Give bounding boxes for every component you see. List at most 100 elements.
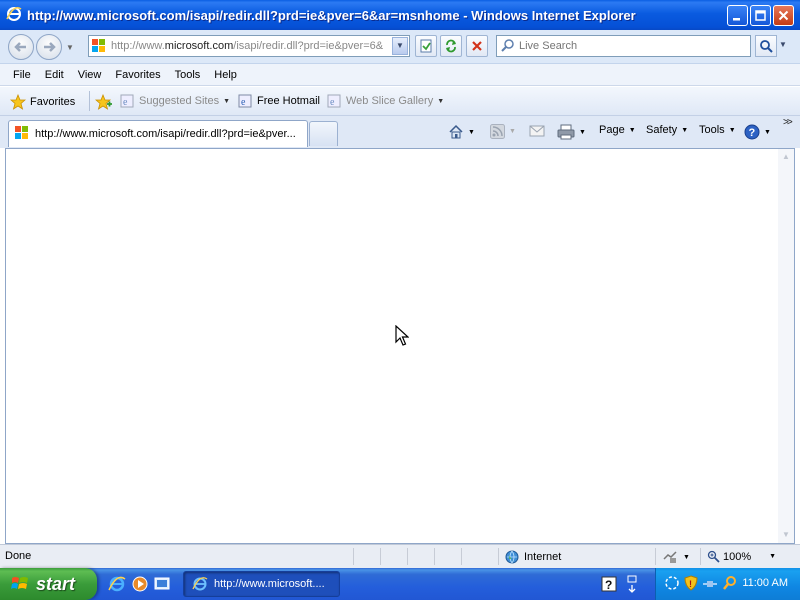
safety-menu-button[interactable]: Safety ▼ [646, 124, 688, 136]
more-commands-chevron-icon[interactable]: >> [783, 117, 793, 128]
favorites-button[interactable]: Favorites [10, 94, 75, 110]
search-input[interactable] [519, 40, 739, 52]
compatibility-view-button[interactable] [415, 35, 437, 57]
menu-bar: File Edit View Favorites Tools Help [0, 64, 800, 86]
protected-mode-icon [663, 551, 677, 563]
add-to-favorites-bar-button[interactable] [95, 94, 113, 110]
svg-text:?: ? [749, 127, 756, 139]
tools-menu-label: Tools [699, 124, 725, 136]
svg-text:e: e [123, 97, 128, 108]
address-bar[interactable]: http://www.microsoft.com/isapi/redir.dll… [88, 35, 410, 57]
zoom-dropdown-icon[interactable]: ▼ [769, 553, 776, 560]
recent-pages-dropdown[interactable]: ▼ [66, 43, 74, 52]
tab-current[interactable]: http://www.microsoft.com/isapi/redir.dll… [8, 120, 308, 147]
feeds-button[interactable]: ▼ [490, 124, 516, 139]
help-support-tray-icon[interactable]: ? [601, 576, 619, 594]
status-bar: Done Internet ▼ 100% ▼ [0, 544, 800, 568]
address-url: http://www.microsoft.com/isapi/redir.dll… [111, 40, 384, 52]
menu-tools[interactable]: Tools [168, 67, 208, 83]
feeds-dropdown-icon: ▼ [509, 128, 516, 135]
help-question-icon: ? [744, 124, 760, 140]
window-title: http://www.microsoft.com/isapi/redir.dll… [27, 7, 636, 23]
print-dropdown-icon: ▼ [579, 128, 586, 136]
restore-tray-icon[interactable] [625, 574, 643, 593]
print-button[interactable]: ▼ [557, 124, 586, 140]
maximize-button[interactable] [750, 5, 771, 26]
web-slice-gallery-link[interactable]: e Web Slice Gallery ▼ [327, 94, 444, 108]
taskbar-ie-window-button[interactable]: http://www.microsoft.... [183, 571, 340, 597]
search-provider-icon [501, 38, 515, 55]
vertical-scrollbar[interactable]: ▲ ▼ [778, 149, 794, 543]
close-window-button[interactable] [773, 5, 794, 26]
search-tray-icon[interactable] [722, 575, 738, 594]
favorites-separator [89, 91, 90, 111]
menu-help[interactable]: Help [207, 67, 244, 83]
ie-page-icon: e [238, 94, 252, 108]
suggested-sites-link[interactable]: e Suggested Sites ▼ [120, 94, 230, 108]
ie-page-icon: e [120, 94, 134, 108]
status-divider [655, 548, 656, 565]
title-bar[interactable]: http://www.microsoft.com/isapi/redir.dll… [0, 0, 800, 30]
scroll-down-arrow-icon[interactable]: ▼ [778, 527, 794, 543]
new-tab-button[interactable] [309, 121, 338, 146]
page-menu-button[interactable]: Page ▼ [599, 124, 636, 136]
clock[interactable]: 11:00 AM [742, 577, 788, 589]
address-dropdown-button[interactable]: ▼ [392, 37, 408, 55]
menu-favorites[interactable]: Favorites [108, 67, 167, 83]
start-button[interactable]: start [0, 568, 97, 600]
tab-title: http://www.microsoft.com/isapi/redir.dll… [35, 128, 296, 140]
favorites-label: Favorites [30, 96, 76, 108]
close-icon [778, 10, 789, 21]
page-dropdown-icon: ▼ [628, 126, 636, 134]
security-zone[interactable]: Internet [505, 550, 561, 564]
stop-x-icon [472, 41, 482, 51]
free-hotmail-link[interactable]: e Free Hotmail [238, 94, 320, 108]
search-button[interactable] [755, 35, 777, 57]
tools-menu-button[interactable]: Tools ▼ [699, 124, 736, 136]
svg-text:!: ! [689, 579, 692, 589]
connection-tray-icon[interactable] [702, 575, 718, 594]
status-divider [353, 548, 354, 565]
menu-view[interactable]: View [71, 67, 109, 83]
network-tray-icon[interactable] [664, 575, 680, 594]
status-divider [434, 548, 435, 565]
home-button[interactable]: ▼ [448, 124, 475, 140]
favorites-star-icon [10, 94, 26, 110]
tools-dropdown-icon: ▼ [728, 126, 736, 134]
scroll-up-arrow-icon[interactable]: ▲ [778, 149, 794, 165]
security-zone-label: Internet [524, 551, 562, 563]
free-hotmail-label: Free Hotmail [257, 95, 320, 107]
help-button[interactable]: ? ▼ [744, 124, 771, 140]
windows-flag-icon [11, 577, 28, 589]
security-shield-tray-icon[interactable]: ! [684, 574, 698, 594]
read-mail-button[interactable] [529, 124, 545, 138]
ie-page-icon: e [327, 94, 341, 108]
protected-mode-button[interactable]: ▼ [662, 550, 690, 564]
web-slice-gallery-label: Web Slice Gallery [346, 95, 434, 107]
search-options-dropdown[interactable]: ▼ [779, 40, 787, 49]
rss-feed-icon [490, 124, 505, 139]
internet-globe-icon [505, 550, 519, 564]
suggested-sites-dropdown-icon: ▼ [223, 97, 231, 105]
minimize-button[interactable] [727, 5, 748, 26]
back-arrow-icon [14, 42, 26, 52]
forward-button[interactable] [36, 34, 62, 60]
quicklaunch-show-desktop-icon[interactable] [153, 575, 171, 593]
home-icon [449, 124, 463, 139]
mouse-cursor-icon [395, 324, 410, 350]
search-box[interactable] [496, 35, 751, 57]
stop-button[interactable] [466, 35, 488, 57]
web-slice-dropdown-icon: ▼ [437, 97, 445, 105]
search-icon [760, 40, 773, 53]
mail-envelope-icon [529, 125, 545, 137]
menu-file[interactable]: File [6, 67, 38, 83]
zoom-control[interactable]: 100% ▼ [707, 550, 776, 563]
refresh-icon [446, 39, 456, 53]
quicklaunch-media-player-icon[interactable] [131, 575, 149, 593]
add-favorite-star-icon [95, 94, 112, 110]
maximize-icon [755, 10, 766, 21]
menu-edit[interactable]: Edit [38, 67, 71, 83]
back-button[interactable] [8, 34, 34, 60]
refresh-button[interactable] [440, 35, 462, 57]
quicklaunch-ie-icon[interactable] [108, 575, 126, 593]
